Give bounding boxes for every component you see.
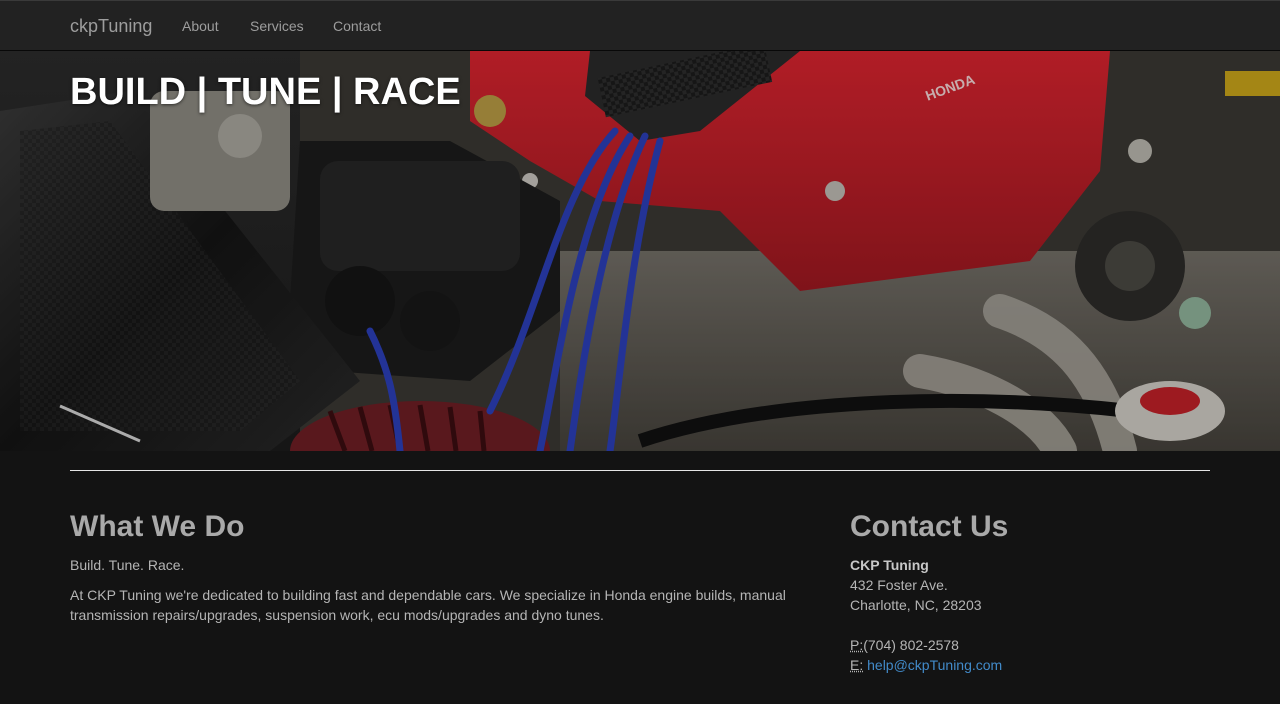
phone-number: (704) 802-2578 [863, 637, 959, 653]
nav-contact-link[interactable]: Contact [333, 18, 381, 34]
navbar: ckpTuning About Services Contact [0, 0, 1280, 51]
email-link[interactable]: help@ckpTuning.com [867, 657, 1002, 673]
what-we-do-heading: What We Do [70, 510, 245, 543]
hero-banner: HONDA BUILD | TUNE | RACE [0, 51, 1280, 451]
what-we-do-body: At CKP Tuning we're dedicated to buildin… [70, 587, 786, 623]
nav-services-link[interactable]: Services [250, 18, 304, 34]
nav-about-link[interactable]: About [182, 18, 219, 34]
contact-us-heading: Contact Us [850, 510, 1009, 543]
section-divider [70, 470, 1210, 471]
contact-address: CKP Tuning 432 Foster Ave. Charlotte, NC… [850, 555, 1002, 675]
street-address: 432 Foster Ave. [850, 577, 948, 593]
what-we-do-tagline: Build. Tune. Race. [70, 557, 185, 573]
city-state-zip: Charlotte, NC, 28203 [850, 597, 982, 613]
company-name: CKP Tuning [850, 557, 929, 573]
hero-title: BUILD | TUNE | RACE [70, 71, 461, 113]
email-label: E: [850, 657, 864, 673]
phone-label: P: [850, 637, 864, 653]
brand-link[interactable]: ckpTuning [70, 16, 152, 37]
